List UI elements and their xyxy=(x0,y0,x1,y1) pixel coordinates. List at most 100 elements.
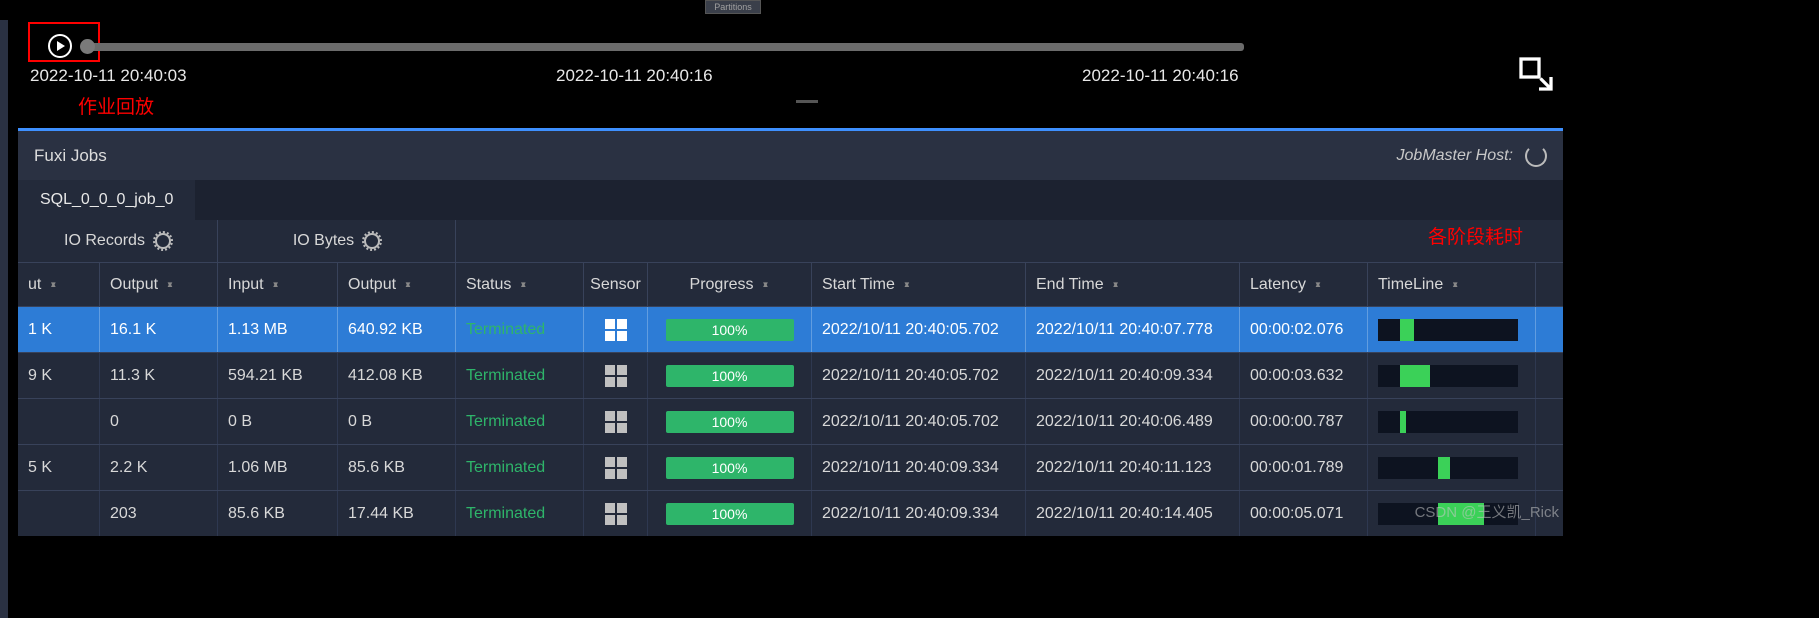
timeline-segment xyxy=(1400,411,1406,433)
col-sensor-label: Sensor xyxy=(590,276,641,294)
cell-ut xyxy=(18,491,100,536)
col-end[interactable]: End Time xyxy=(1026,263,1240,306)
cell-output2: 0 B xyxy=(338,399,456,444)
jobmaster-label: JobMaster Host: xyxy=(1397,147,1513,165)
cell-end: 2022/10/11 20:40:11.123 xyxy=(1026,445,1240,490)
col-progress-label: Progress xyxy=(690,276,754,294)
cell-status: Terminated xyxy=(456,307,584,352)
resize-handle[interactable] xyxy=(796,100,818,103)
group-io-bytes: IO Bytes xyxy=(218,220,456,262)
qr-icon[interactable] xyxy=(605,457,627,479)
play-button[interactable] xyxy=(48,34,72,58)
cell-output: 2.2 K xyxy=(100,445,218,490)
column-header-row: ut Output Input Output Status Sensor Pro… xyxy=(18,262,1563,306)
qr-icon[interactable] xyxy=(605,503,627,525)
qr-icon[interactable] xyxy=(605,411,627,433)
refresh-icon[interactable] xyxy=(1525,145,1547,167)
table-row[interactable]: 5 K2.2 K1.06 MB85.6 KBTerminated100%2022… xyxy=(18,444,1563,490)
partitions-button[interactable]: Partitions xyxy=(705,0,761,14)
gear-icon[interactable] xyxy=(364,233,380,249)
timeline-bar xyxy=(1378,365,1518,387)
col-output2[interactable]: Output xyxy=(338,263,456,306)
cell-input: 1.13 MB xyxy=(218,307,338,352)
playback-slider[interactable] xyxy=(86,43,1244,51)
cell-latency: 00:00:03.632 xyxy=(1240,353,1368,398)
cell-progress: 100% xyxy=(648,491,812,536)
table-body: 1 K16.1 K1.13 MB640.92 KBTerminated100%2… xyxy=(18,306,1563,536)
col-input[interactable]: Input xyxy=(218,263,338,306)
progress-bar: 100% xyxy=(666,365,794,387)
timeline-segment xyxy=(1400,319,1414,341)
cell-end: 2022/10/11 20:40:06.489 xyxy=(1026,399,1240,444)
fullscreen-icon[interactable] xyxy=(1518,56,1554,92)
cell-latency: 00:00:00.787 xyxy=(1240,399,1368,444)
cell-latency: 00:00:05.071 xyxy=(1240,491,1368,536)
cell-input: 85.6 KB xyxy=(218,491,338,536)
cell-progress: 100% xyxy=(648,353,812,398)
col-end-label: End Time xyxy=(1036,276,1104,294)
cell-output2: 640.92 KB xyxy=(338,307,456,352)
tab-sql-job[interactable]: SQL_0_0_0_job_0 xyxy=(18,180,195,220)
col-output[interactable]: Output xyxy=(100,263,218,306)
cell-ut xyxy=(18,399,100,444)
timeline-segment xyxy=(1400,365,1430,387)
group-header-row: IO Records IO Bytes xyxy=(18,220,1563,262)
cell-sensor[interactable] xyxy=(584,491,648,536)
cell-output2: 17.44 KB xyxy=(338,491,456,536)
col-latency-label: Latency xyxy=(1250,276,1306,294)
cell-progress: 100% xyxy=(648,399,812,444)
cell-status: Terminated xyxy=(456,399,584,444)
col-ut[interactable]: ut xyxy=(18,263,100,306)
cell-output2: 85.6 KB xyxy=(338,445,456,490)
col-start[interactable]: Start Time xyxy=(812,263,1026,306)
col-progress[interactable]: Progress xyxy=(648,263,812,306)
cell-progress: 100% xyxy=(648,307,812,352)
cell-start: 2022/10/11 20:40:05.702 xyxy=(812,307,1026,352)
cell-input: 594.21 KB xyxy=(218,353,338,398)
col-latency[interactable]: Latency xyxy=(1240,263,1368,306)
table-row[interactable]: 9 K11.3 K594.21 KB412.08 KBTerminated100… xyxy=(18,352,1563,398)
col-timeline[interactable]: TimeLine xyxy=(1368,263,1536,306)
cell-end: 2022/10/11 20:40:09.334 xyxy=(1026,353,1240,398)
panel-header: Fuxi Jobs JobMaster Host: xyxy=(18,128,1563,180)
progress-bar: 100% xyxy=(666,319,794,341)
timeline-bar xyxy=(1378,457,1518,479)
table-row[interactable]: 1 K16.1 K1.13 MB640.92 KBTerminated100%2… xyxy=(18,306,1563,352)
cell-latency: 00:00:02.076 xyxy=(1240,307,1368,352)
cell-timeline xyxy=(1368,399,1536,444)
table-row[interactable]: 00 B0 BTerminated100%2022/10/11 20:40:05… xyxy=(18,398,1563,444)
cell-ut: 5 K xyxy=(18,445,100,490)
cell-status: Terminated xyxy=(456,445,584,490)
slider-knob[interactable] xyxy=(80,39,95,54)
cell-sensor[interactable] xyxy=(584,353,648,398)
group-io-records-label: IO Records xyxy=(64,232,145,250)
group-io-records: IO Records xyxy=(18,220,218,262)
timeline-bar xyxy=(1378,411,1518,433)
cell-output2: 412.08 KB xyxy=(338,353,456,398)
cell-ut: 9 K xyxy=(18,353,100,398)
timeline-segment xyxy=(1438,457,1450,479)
col-status-label: Status xyxy=(466,276,511,294)
playback-start-time: 2022-10-11 20:40:03 xyxy=(30,66,187,86)
qr-icon[interactable] xyxy=(605,319,627,341)
tabs: SQL_0_0_0_job_0 xyxy=(18,180,1563,220)
col-start-label: Start Time xyxy=(822,276,895,294)
cell-sensor[interactable] xyxy=(584,445,648,490)
col-status[interactable]: Status xyxy=(456,263,584,306)
table-row[interactable]: 20385.6 KB17.44 KBTerminated100%2022/10/… xyxy=(18,490,1563,536)
progress-bar: 100% xyxy=(666,411,794,433)
panel-title: Fuxi Jobs xyxy=(34,146,107,166)
timeline-bar xyxy=(1378,319,1518,341)
cell-input: 0 B xyxy=(218,399,338,444)
qr-icon[interactable] xyxy=(605,365,627,387)
cell-sensor[interactable] xyxy=(584,399,648,444)
cell-input: 1.06 MB xyxy=(218,445,338,490)
group-io-bytes-label: IO Bytes xyxy=(293,232,354,250)
cell-sensor[interactable] xyxy=(584,307,648,352)
cell-output: 0 xyxy=(100,399,218,444)
gear-icon[interactable] xyxy=(155,233,171,249)
col-sensor[interactable]: Sensor xyxy=(584,263,648,306)
jobs-panel: Fuxi Jobs JobMaster Host: SQL_0_0_0_job_… xyxy=(18,128,1563,536)
col-timeline-label: TimeLine xyxy=(1378,276,1443,294)
col-ut-label: ut xyxy=(28,276,41,294)
